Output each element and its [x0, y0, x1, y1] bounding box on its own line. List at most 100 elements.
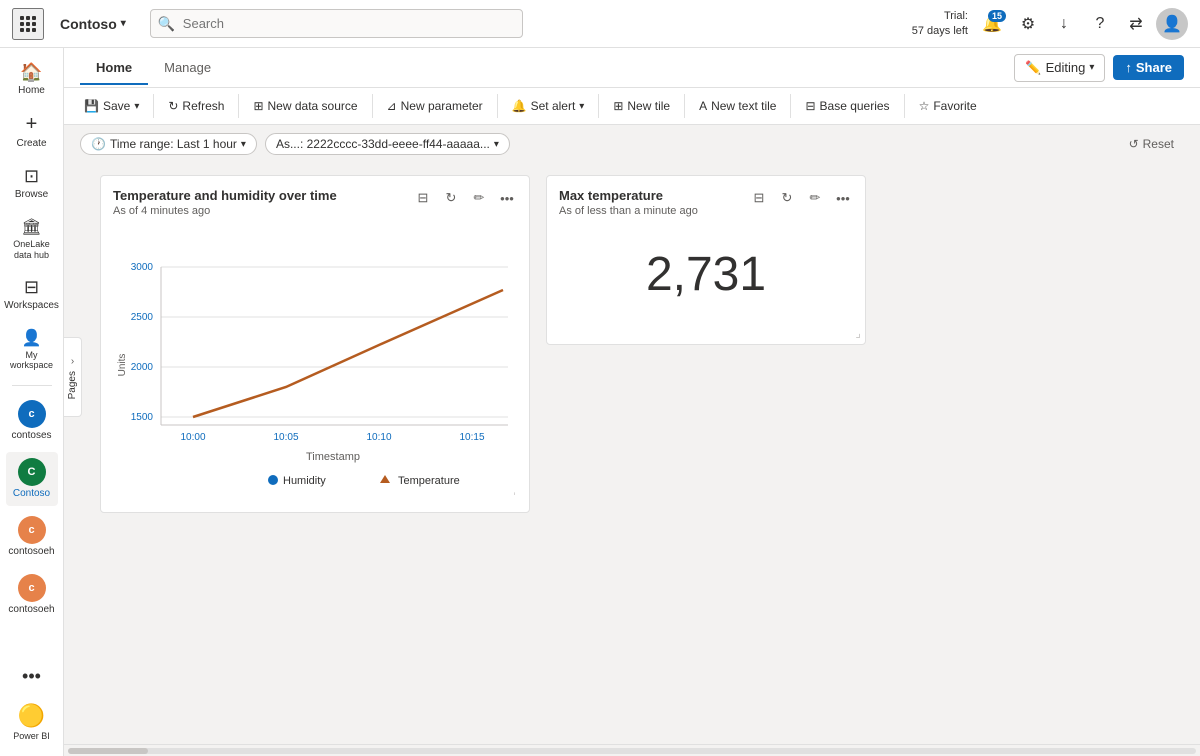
table-icon: ⊟ — [418, 190, 429, 206]
toolbar: 💾 Save ▾ ↻ Refresh ⊞ New data source ⊿ N… — [64, 88, 1200, 125]
new-parameter-icon: ⊿ — [387, 99, 397, 113]
sidebar-item-contoso[interactable]: C Contoso — [6, 452, 58, 506]
time-filter-caret: ▾ — [241, 139, 246, 150]
pages-handle[interactable]: › Pages — [64, 337, 82, 417]
toolbar-sep-1 — [153, 94, 154, 118]
sidebar-item-browse[interactable]: ⊡ Browse — [6, 160, 58, 207]
base-queries-icon: ⊟ — [805, 99, 815, 113]
share-contacts-icon: ⇄ — [1129, 14, 1142, 34]
save-button[interactable]: 💾 Save ▾ — [76, 95, 147, 117]
scrollbar-thumb[interactable] — [68, 748, 148, 754]
toolbar-sep-8 — [904, 94, 905, 118]
gear-icon: ⚙ — [1021, 14, 1035, 34]
refresh-icon: ↻ — [168, 99, 178, 113]
alert-caret-icon: ▾ — [579, 101, 584, 112]
favorite-icon: ☆ — [919, 99, 930, 113]
chart-refresh-button[interactable]: ↻ — [439, 186, 463, 210]
dashboard: › Pages Temperature and humidity over ti… — [64, 163, 1200, 744]
new-data-source-button[interactable]: ⊞ New data source — [245, 95, 365, 117]
waffle-menu-button[interactable] — [12, 8, 44, 40]
chart-more-button[interactable]: ••• — [495, 186, 519, 210]
brand-label: Contoso — [60, 16, 117, 32]
download-button[interactable]: ↓ — [1048, 8, 1080, 40]
download-icon: ↓ — [1060, 15, 1068, 33]
chart-more-icon: ••• — [500, 191, 514, 206]
svg-text:Humidity: Humidity — [283, 475, 326, 487]
sidebar-item-more[interactable]: ••• — [6, 660, 58, 693]
search-input[interactable] — [150, 9, 523, 38]
search-icon: 🔍 — [158, 15, 175, 32]
tab-bar-actions: ✏️ Editing ▾ ↑ Share — [1014, 54, 1184, 82]
sidebar-item-workspaces[interactable]: ⊟ Workspaces — [6, 271, 58, 318]
toolbar-sep-4 — [497, 94, 498, 118]
clock-icon: 🕐 — [91, 137, 106, 151]
settings-button[interactable]: ⚙ — [1012, 8, 1044, 40]
sidebar-item-powerbi[interactable]: 🟡 Power BI — [6, 697, 58, 748]
tab-bar: Home Manage ✏️ Editing ▾ ↑ Share — [64, 48, 1200, 88]
sidebar-item-create[interactable]: + Create — [6, 107, 58, 156]
set-alert-button[interactable]: 🔔 Set alert ▾ — [504, 95, 593, 117]
base-queries-button[interactable]: ⊟ Base queries — [797, 95, 897, 117]
sidebar-item-onelake[interactable]: 🏛 OneLakedata hub — [6, 211, 58, 267]
notification-badge: 15 — [988, 10, 1006, 22]
tab-manage[interactable]: Manage — [148, 52, 227, 85]
main-layout: 🏠 Home + Create ⊡ Browse 🏛 OneLakedata h… — [0, 48, 1200, 756]
editing-button[interactable]: ✏️ Editing ▾ — [1014, 54, 1105, 82]
favorite-button[interactable]: ☆ Favorite — [911, 95, 985, 117]
tab-home[interactable]: Home — [80, 52, 148, 85]
sidebar-item-contosoeh2[interactable]: c contosoeh — [6, 568, 58, 622]
topbar: Contoso ▾ 🔍 Trial: 57 days left 🔔 15 ⚙ ↓… — [0, 0, 1200, 48]
sidebar-item-home[interactable]: 🏠 Home — [6, 56, 58, 103]
scrollbar-area — [64, 744, 1200, 756]
share-icon: ↑ — [1125, 60, 1132, 75]
notifications-button[interactable]: 🔔 15 — [976, 8, 1008, 40]
chart-table-view-button[interactable]: ⊟ — [411, 186, 435, 210]
chart-card: Temperature and humidity over time As of… — [100, 175, 530, 513]
more-icon: ••• — [22, 666, 41, 687]
toolbar-sep-5 — [598, 94, 599, 118]
kpi-more-icon: ••• — [836, 191, 850, 206]
kpi-edit-icon: ✏ — [810, 190, 821, 206]
chart-svg: Units 3000 2500 2000 1500 10:00 10:05 — [113, 225, 523, 495]
new-parameter-button[interactable]: ⊿ New parameter — [379, 95, 491, 117]
browse-icon: ⊡ — [24, 166, 39, 187]
pages-label: Pages — [67, 371, 78, 399]
brand-selector[interactable]: Contoso ▾ — [52, 12, 134, 36]
create-icon: + — [26, 113, 38, 136]
asset-caret-icon: ▾ — [494, 139, 499, 150]
sidebar-item-contosoeh1[interactable]: c contosoeh — [6, 510, 58, 564]
kpi-value: 2,731 — [559, 217, 853, 332]
kpi-more-button[interactable]: ••• — [831, 186, 855, 210]
app-area: Home Manage ✏️ Editing ▾ ↑ Share 💾 — [64, 48, 1200, 756]
share-contacts-button[interactable]: ⇄ — [1120, 8, 1152, 40]
share-button[interactable]: ↑ Share — [1113, 55, 1184, 80]
svg-text:Timestamp: Timestamp — [306, 451, 360, 463]
kpi-refresh-icon: ↻ — [782, 190, 793, 206]
sidebar-item-myworkspace[interactable]: 👤 Myworkspace — [6, 322, 58, 378]
kpi-refresh-button[interactable]: ↻ — [775, 186, 799, 210]
svg-text:Temperature: Temperature — [398, 475, 460, 487]
svg-text:3000: 3000 — [131, 262, 154, 273]
avatar[interactable]: 👤 — [1156, 8, 1188, 40]
editing-caret-icon: ▾ — [1089, 62, 1094, 73]
kpi-table-view-button[interactable]: ⊟ — [747, 186, 771, 210]
save-caret-icon: ▾ — [134, 101, 139, 112]
sidebar: 🏠 Home + Create ⊡ Browse 🏛 OneLakedata h… — [0, 48, 64, 756]
new-tile-button[interactable]: ⊞ New tile — [605, 95, 678, 117]
svg-text:10:00: 10:00 — [180, 432, 205, 443]
new-text-tile-button[interactable]: A New text tile — [691, 95, 784, 117]
help-button[interactable]: ? — [1084, 8, 1116, 40]
asset-filter[interactable]: As...: 2222cccc-33dd-eeee-ff44-aaaaa... … — [265, 133, 510, 155]
kpi-resize-handle[interactable]: ⌟ — [855, 326, 861, 340]
chart-edit-button[interactable]: ✏ — [467, 186, 491, 210]
chart-card-actions: ⊟ ↻ ✏ ••• — [411, 186, 519, 210]
pages-chevron-icon: › — [71, 356, 74, 367]
kpi-edit-button[interactable]: ✏ — [803, 186, 827, 210]
sidebar-item-contoses[interactable]: c contoses — [6, 394, 58, 448]
svg-text:Units: Units — [117, 354, 128, 377]
time-range-filter[interactable]: 🕐 Time range: Last 1 hour ▾ — [80, 133, 257, 155]
toolbar-sep-3 — [372, 94, 373, 118]
reset-icon: ↺ — [1129, 137, 1139, 151]
reset-button[interactable]: ↺ Reset — [1119, 134, 1184, 154]
refresh-button[interactable]: ↻ Refresh — [160, 95, 232, 117]
